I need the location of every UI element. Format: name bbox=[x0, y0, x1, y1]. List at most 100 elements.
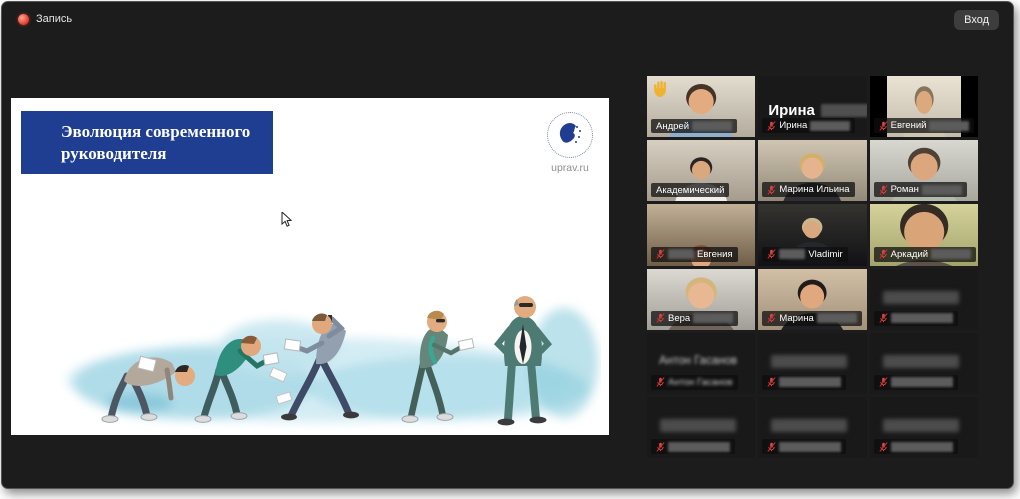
muted-mic-icon bbox=[879, 441, 888, 453]
muted-mic-icon bbox=[879, 120, 888, 132]
participant-tile[interactable]: Марина Ильина bbox=[758, 140, 866, 201]
muted-mic-icon bbox=[656, 312, 665, 324]
participant-label bbox=[874, 311, 958, 326]
muted-mic-icon bbox=[767, 120, 776, 132]
participant-label: Марина bbox=[762, 311, 861, 326]
participant-name: Ирина bbox=[779, 120, 807, 131]
center-name: Антон Гасанов bbox=[659, 355, 737, 367]
logo-caption: uprav.ru bbox=[538, 162, 602, 174]
slide-title: Эволюция современного руководителя bbox=[61, 122, 250, 163]
participant-tile[interactable]: Аркадий bbox=[870, 204, 978, 265]
participant-tile[interactable]: Роман bbox=[870, 140, 978, 201]
participant-tile[interactable]: Евгений bbox=[870, 76, 978, 137]
participant-label bbox=[651, 439, 735, 454]
name-redacted-box bbox=[931, 249, 971, 259]
participant-label: Ирина bbox=[762, 118, 855, 133]
name-redacted-box bbox=[891, 313, 953, 323]
participant-name: Марина bbox=[779, 313, 813, 324]
participant-name: Антон Гасанов bbox=[668, 377, 733, 388]
login-button[interactable]: Вход bbox=[954, 10, 999, 30]
name-redacted-box bbox=[891, 377, 953, 387]
center-redacted-box bbox=[883, 355, 959, 368]
center-redacted-box bbox=[771, 355, 847, 368]
name-redacted-box bbox=[692, 121, 732, 131]
participant-label bbox=[874, 439, 958, 454]
center-redacted-box bbox=[771, 419, 847, 432]
raised-hand-icon bbox=[652, 80, 667, 98]
participant-name: Vladimir bbox=[808, 249, 842, 260]
name-redacted-box bbox=[779, 377, 841, 387]
participant-name: Евгения bbox=[697, 249, 733, 260]
participant-label: Вера bbox=[651, 311, 738, 326]
participant-tile[interactable] bbox=[870, 333, 978, 394]
participant-tile[interactable]: Марина bbox=[758, 269, 866, 330]
muted-mic-icon bbox=[767, 312, 776, 324]
recording-label: Запись bbox=[36, 13, 72, 25]
logo-seal-icon bbox=[547, 112, 593, 158]
recording-indicator[interactable]: Запись bbox=[18, 13, 72, 25]
participant-name: Роман bbox=[891, 184, 919, 195]
participant-label: Евгения bbox=[651, 247, 738, 262]
mouse-cursor-icon bbox=[281, 212, 292, 228]
participant-tile[interactable]: Вера bbox=[647, 269, 755, 330]
participant-tile[interactable]: Андрей bbox=[647, 76, 755, 137]
participant-tile[interactable] bbox=[870, 269, 978, 330]
participant-tile[interactable] bbox=[758, 333, 866, 394]
name-redacted-box bbox=[779, 442, 841, 452]
center-redacted-box bbox=[660, 419, 736, 432]
participant-label: Аркадий bbox=[874, 247, 976, 262]
participant-name: Вера bbox=[668, 313, 690, 324]
center-redacted-box bbox=[883, 419, 959, 432]
participant-label: Роман bbox=[874, 182, 967, 197]
muted-mic-icon bbox=[656, 441, 665, 453]
participant-label: Антон Гасанов bbox=[651, 375, 738, 390]
participant-tile[interactable]: Ирина Ирина bbox=[758, 76, 866, 137]
muted-mic-icon bbox=[879, 248, 888, 260]
center-redacted-box bbox=[883, 291, 959, 304]
participant-name: Аркадий bbox=[891, 249, 928, 260]
participant-label: Евгений bbox=[874, 118, 975, 133]
center-name-text: Ирина bbox=[768, 102, 815, 119]
participant-name: Евгений bbox=[891, 120, 927, 131]
muted-mic-icon bbox=[879, 184, 888, 196]
center-name-text: Антон Гасанов bbox=[659, 355, 737, 367]
participant-label bbox=[874, 375, 958, 390]
muted-mic-icon bbox=[767, 184, 776, 196]
participant-label bbox=[762, 375, 846, 390]
evolution-illustration bbox=[19, 198, 601, 430]
name-redacted-box bbox=[817, 313, 857, 323]
record-dot-icon bbox=[18, 14, 29, 25]
name-redacted-box bbox=[810, 121, 850, 131]
participant-tile[interactable] bbox=[647, 397, 755, 458]
center-name-redacted-box bbox=[821, 104, 867, 117]
participant-tile[interactable]: Евгения bbox=[647, 204, 755, 265]
participant-name: Марина Ильина bbox=[779, 184, 849, 195]
muted-mic-icon bbox=[767, 441, 776, 453]
name-redacted-box bbox=[891, 442, 953, 452]
participant-label: Андрей bbox=[651, 119, 737, 133]
slide-logo: uprav.ru bbox=[538, 112, 602, 174]
participant-tile[interactable]: Антон Гасанов Антон Гасанов bbox=[647, 333, 755, 394]
name-redacted-box bbox=[929, 121, 969, 131]
name-redacted-box bbox=[922, 185, 962, 195]
name-redacted-box bbox=[693, 313, 733, 323]
participant-tile[interactable]: Академический bbox=[647, 140, 755, 201]
center-name: Ирина bbox=[768, 102, 866, 119]
participant-label: Академический bbox=[651, 183, 729, 197]
participant-tile[interactable] bbox=[758, 397, 866, 458]
participant-label bbox=[762, 439, 846, 454]
participant-name: Андрей bbox=[656, 121, 689, 132]
participant-tile[interactable]: Vladimir bbox=[758, 204, 866, 265]
participant-tile[interactable] bbox=[870, 397, 978, 458]
participant-grid: Андрей Ирина Ирина bbox=[647, 76, 978, 458]
name-redacted-box bbox=[779, 249, 805, 259]
conference-window: Запись Вход Эволюция современного руково… bbox=[1, 1, 1014, 489]
participant-name: Академический bbox=[656, 185, 724, 196]
name-redacted-box bbox=[668, 249, 694, 259]
page: Запись Вход Эволюция современного руково… bbox=[0, 0, 1020, 499]
participant-label: Марина Ильина bbox=[762, 182, 854, 197]
muted-mic-icon bbox=[656, 248, 665, 260]
muted-mic-icon bbox=[767, 248, 776, 260]
muted-mic-icon bbox=[656, 376, 665, 388]
muted-mic-icon bbox=[879, 312, 888, 324]
